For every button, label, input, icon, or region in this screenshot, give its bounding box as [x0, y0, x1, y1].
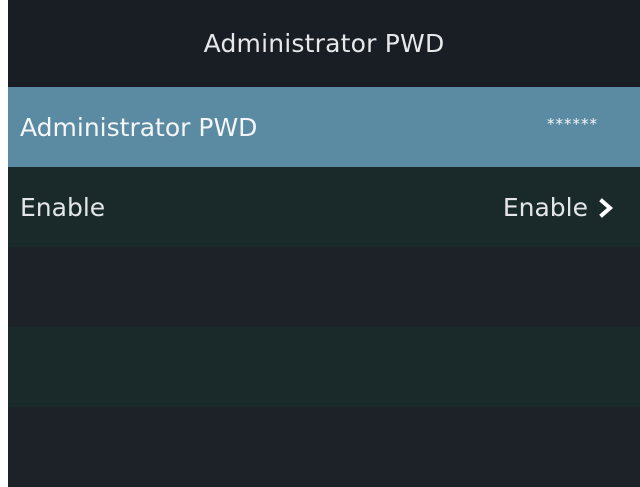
empty-row [8, 327, 640, 407]
empty-row [8, 247, 640, 327]
menu-item-value: ****** [547, 115, 616, 133]
menu-item-label: Enable [20, 192, 106, 222]
enable-value: Enable [502, 192, 588, 222]
menu-item-admin-pwd[interactable]: Administrator PWD ****** [8, 87, 640, 167]
password-mask: ****** [547, 115, 598, 133]
chevron-right-icon [598, 196, 616, 218]
title-bar: Administrator PWD [8, 0, 640, 87]
menu-item-enable[interactable]: Enable Enable [8, 167, 640, 247]
device-screen: Administrator PWD Administrator PWD ****… [8, 0, 640, 487]
menu-item-label: Administrator PWD [20, 112, 258, 142]
menu-item-value: Enable [503, 193, 616, 222]
empty-row [8, 407, 640, 487]
page-title: Administrator PWD [203, 29, 445, 58]
